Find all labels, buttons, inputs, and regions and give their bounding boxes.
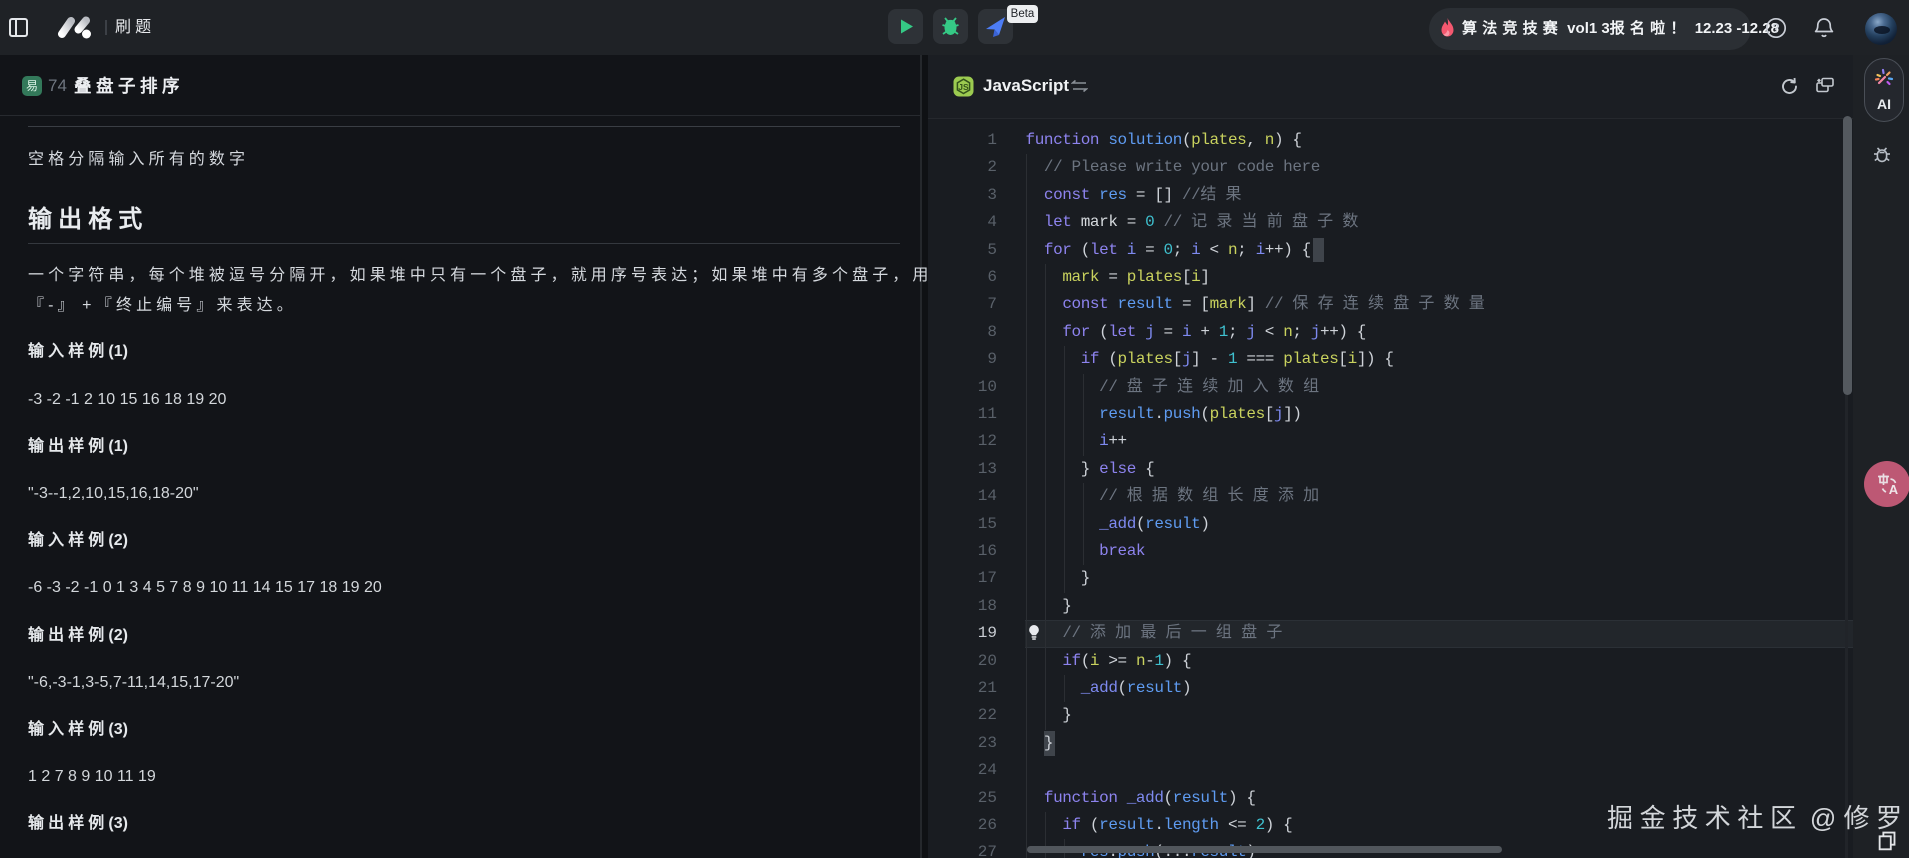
svg-text:?: ? [1772, 21, 1780, 35]
svg-text:JS: JS [958, 82, 969, 92]
svg-text:A: A [1889, 482, 1899, 497]
